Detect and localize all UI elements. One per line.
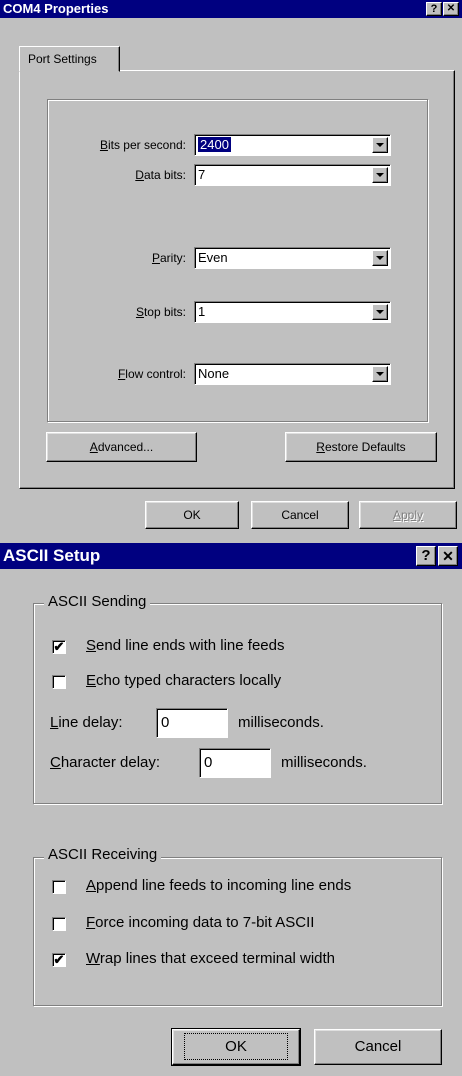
cancel-button[interactable]: Cancel	[314, 1029, 442, 1065]
parity-label: Parity:	[151, 251, 186, 265]
echo-typed-checkbox[interactable]	[52, 675, 66, 689]
ok-button[interactable]: OK	[171, 1028, 301, 1066]
chevron-down-icon[interactable]	[372, 137, 388, 153]
force-7bit-label[interactable]: Force incoming data to 7-bit ASCII	[86, 914, 314, 931]
ascii-title: ASCII Setup	[3, 546, 101, 565]
parity-combo[interactable]: Even	[194, 247, 391, 269]
send-line-ends-checkbox[interactable]: ✔	[52, 640, 66, 654]
ascii-receiving-legend: ASCII Receiving	[44, 846, 162, 863]
stop-bits-value: 1	[198, 304, 206, 319]
bits-per-second-label: Bits per second:	[99, 138, 186, 152]
com4-titlebar[interactable]: COM4 Properties ? ✕	[0, 0, 462, 18]
com4-title: COM4 Properties	[3, 1, 109, 16]
send-line-ends-label[interactable]: Send line ends with line feeds	[86, 637, 284, 654]
line-delay-label: Line delay:	[50, 714, 123, 731]
chevron-down-icon[interactable]	[372, 304, 388, 320]
echo-typed-label[interactable]: Echo typed characters locally	[86, 672, 281, 689]
bits-per-second-combo[interactable]: 2400	[194, 134, 391, 156]
ascii-setup-dialog: ASCII Setup ? ✕ ASCII Sending ✔ Send lin…	[0, 543, 462, 1076]
character-delay-unit: milliseconds.	[281, 754, 367, 771]
chevron-down-icon[interactable]	[372, 366, 388, 382]
line-delay-input[interactable]: 0	[156, 708, 228, 738]
character-delay-label: Character delay:	[50, 754, 161, 771]
flow-control-value: None	[198, 366, 230, 381]
wrap-lines-label[interactable]: Wrap lines that exceed terminal width	[86, 950, 335, 967]
parity-value: Even	[198, 250, 228, 265]
character-delay-value: 0	[204, 754, 213, 771]
ok-button[interactable]: OK	[145, 501, 239, 529]
com4-dialog: COM4 Properties ? ✕ Port Settings Bits p…	[0, 0, 462, 532]
character-delay-input[interactable]: 0	[199, 748, 271, 778]
help-button[interactable]: ?	[416, 546, 436, 566]
chevron-down-icon[interactable]	[372, 250, 388, 266]
advanced-button[interactable]: Advanced...	[46, 432, 197, 462]
data-bits-combo[interactable]: 7	[194, 164, 391, 186]
stop-bits-label: Stop bits:	[135, 305, 186, 319]
force-7bit-checkbox[interactable]	[52, 917, 66, 931]
data-bits-value: 7	[198, 167, 206, 182]
ascii-sending-legend: ASCII Sending	[44, 593, 151, 610]
line-delay-value: 0	[161, 714, 170, 731]
tab-port-settings[interactable]: Port Settings	[19, 46, 120, 72]
cancel-button[interactable]: Cancel	[251, 501, 349, 529]
bits-per-second-value: 2400	[198, 137, 231, 152]
close-button[interactable]: ✕	[438, 546, 458, 566]
ascii-titlebar[interactable]: ASCII Setup ? ✕	[0, 543, 462, 569]
append-line-feeds-label[interactable]: Append line feeds to incoming line ends	[86, 877, 351, 894]
chevron-down-icon[interactable]	[372, 167, 388, 183]
line-delay-unit: milliseconds.	[238, 714, 324, 731]
help-button[interactable]: ?	[426, 2, 442, 16]
flow-control-combo[interactable]: None	[194, 363, 391, 385]
flow-control-label: Flow control:	[117, 367, 186, 381]
close-button[interactable]: ✕	[443, 2, 459, 16]
restore-defaults-button[interactable]: Restore Defaults	[285, 432, 437, 462]
tab-label: Port Settings	[28, 52, 97, 66]
data-bits-label: Data bits:	[135, 168, 186, 182]
apply-button[interactable]: Apply	[359, 501, 457, 529]
wrap-lines-checkbox[interactable]: ✔	[52, 953, 66, 967]
append-line-feeds-checkbox[interactable]	[52, 880, 66, 894]
stop-bits-combo[interactable]: 1	[194, 301, 391, 323]
ok-label: OK	[184, 1033, 288, 1060]
